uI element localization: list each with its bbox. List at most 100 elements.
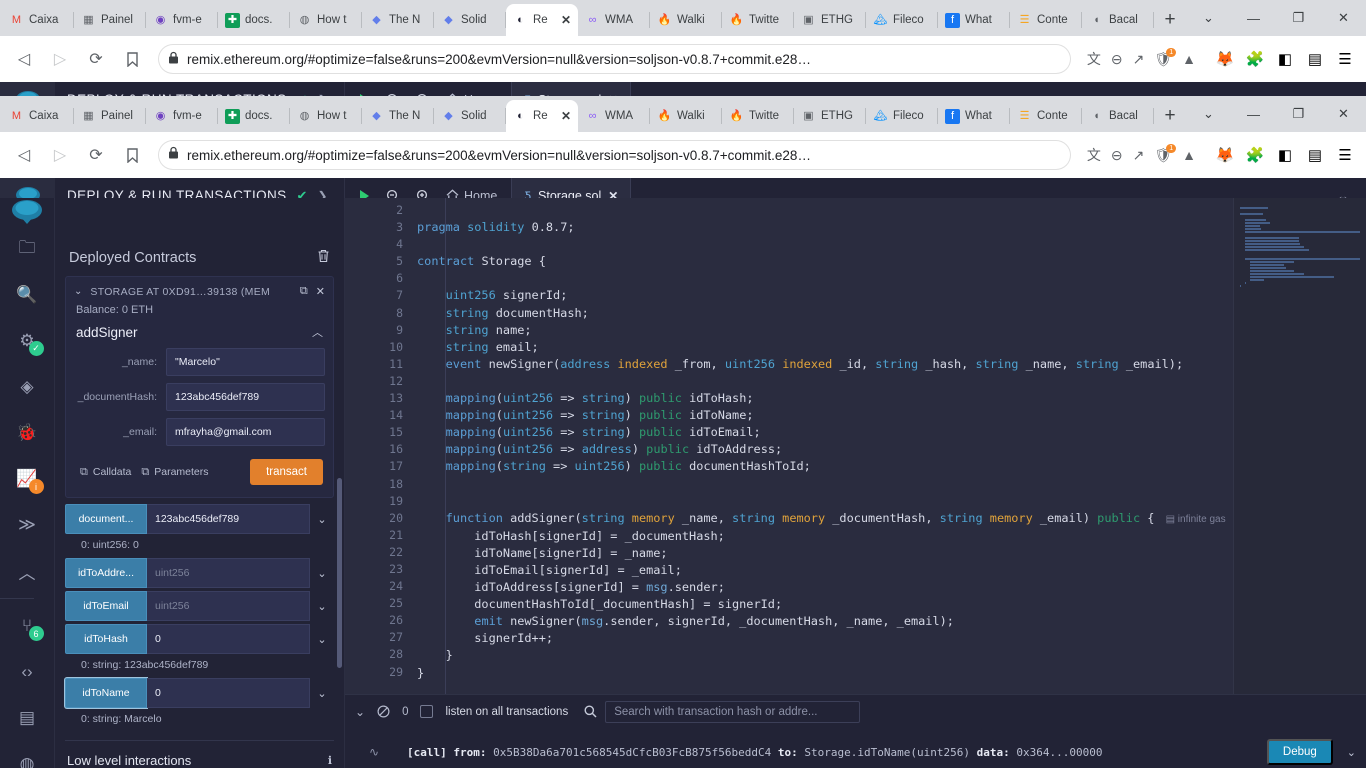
getter-button[interactable]: idToAddre...	[65, 558, 147, 588]
browser-tab[interactable]: M Caixa	[2, 4, 74, 36]
bookmark-icon[interactable]	[116, 43, 148, 75]
forward-icon[interactable]: ▷	[44, 139, 76, 171]
solidity-compiler-icon[interactable]: ⚙ ✓	[0, 318, 55, 364]
argument-input[interactable]: 123abc456def789	[166, 383, 325, 411]
browser-tab[interactable]: ▣ ETHG	[794, 100, 866, 132]
browser-tab[interactable]: 🔥 Walki	[650, 100, 722, 132]
browser-tab[interactable]: 🔥 Walki	[650, 4, 722, 36]
chevron-down-icon[interactable]: ⌄	[310, 558, 334, 588]
terminal-log-row[interactable]: ∿ [call] from: 0x5B38Da6a701c568545dCfcB…	[345, 739, 1366, 765]
collapse-icon[interactable]: ︿	[0, 548, 55, 594]
getter-input[interactable]: 123abc456def789	[147, 504, 310, 534]
code-line[interactable]: }	[417, 647, 1366, 664]
terminal-plugin-icon[interactable]: ▤	[0, 695, 55, 741]
close-icon[interactable]: ✕	[561, 13, 571, 27]
trash-icon[interactable]	[317, 249, 330, 266]
brave-rewards-icon[interactable]: ▲	[1182, 147, 1196, 163]
code-line[interactable]: mapping(uint256 => string) public idToEm…	[417, 424, 1366, 441]
debug-button[interactable]: Debug	[1266, 739, 1333, 765]
browser-menu-icon[interactable]: ☰	[1336, 146, 1354, 164]
chevron-down-icon[interactable]: ⌄	[310, 678, 334, 708]
clear-console-icon[interactable]	[377, 705, 390, 718]
code-line[interactable]	[417, 270, 1366, 287]
git-plugin-icon[interactable]: ⑂ 6	[0, 603, 55, 649]
share-icon[interactable]: ↗	[1133, 51, 1145, 68]
chevron-down-icon[interactable]: ⌄	[310, 591, 334, 621]
code-line[interactable]	[417, 202, 1366, 219]
panel-scrollbar[interactable]	[337, 478, 342, 668]
metamask-icon[interactable]: 🦊	[1216, 146, 1235, 164]
code-line[interactable]: mapping(uint256 => address) public idToA…	[417, 441, 1366, 458]
close-icon[interactable]: ✕	[316, 285, 325, 298]
reload-icon[interactable]: ⟳	[80, 43, 112, 75]
browser-tab[interactable]: ▣ ETHG	[794, 4, 866, 36]
browser-tab[interactable]: ◐ Re ✕	[506, 100, 578, 132]
tab-list-icon[interactable]: ⌄	[1186, 96, 1231, 132]
deploy-run-icon[interactable]: ◈	[0, 364, 55, 410]
address-bar-duplicate[interactable]: remix.ethereum.org/#optimize=false&runs=…	[158, 140, 1071, 170]
zoom-out-icon[interactable]: ⊖	[1111, 147, 1123, 164]
code-line[interactable]: mapping(uint256 => string) public idToNa…	[417, 407, 1366, 424]
argument-input[interactable]: mfrayha@gmail.com	[166, 418, 325, 446]
debugger-icon[interactable]: 🐞	[0, 410, 55, 456]
code-content[interactable]: pragma solidity 0.8.7; contract Storage …	[417, 198, 1366, 694]
code-line[interactable]: pragma solidity 0.8.7;	[417, 219, 1366, 236]
address-bar[interactable]: remix.ethereum.org/#optimize=false&runs=…	[158, 44, 1071, 74]
maximize-button[interactable]: ❐	[1276, 0, 1321, 36]
new-tab-button[interactable]: +	[1154, 100, 1186, 132]
terminal-search-input[interactable]: Search with transaction hash or addre...	[605, 700, 861, 723]
code-line[interactable]	[417, 493, 1366, 510]
getter-input[interactable]: 0	[147, 624, 310, 654]
browser-tab[interactable]: ◆ The N	[362, 100, 434, 132]
code-line[interactable]: signerId++;	[417, 630, 1366, 647]
browser-tab[interactable]: ◖ Bacal	[1082, 100, 1154, 132]
translate-icon[interactable]: 文	[1087, 145, 1101, 165]
browser-tab[interactable]: ◖ Bacal	[1082, 4, 1154, 36]
back-icon[interactable]: ◁	[8, 43, 40, 75]
chevron-down-icon[interactable]: ⌄	[1347, 746, 1356, 759]
code-line[interactable]: contract Storage {	[417, 253, 1366, 270]
wallet-icon[interactable]: ▤	[1306, 50, 1324, 68]
code-line[interactable]: string documentHash;	[417, 305, 1366, 322]
code-line[interactable]	[417, 476, 1366, 493]
remix-logo-icon[interactable]	[0, 198, 55, 226]
editor-minimap[interactable]	[1233, 198, 1366, 694]
getter-button[interactable]: idToEmail	[65, 591, 147, 621]
getter-button[interactable]: document...	[65, 504, 147, 534]
code-line[interactable]: idToHash[signerId] = _documentHash;	[417, 528, 1366, 545]
browser-tab[interactable]: ◉ fvm-e	[146, 4, 218, 36]
contract-verification-icon[interactable]: ◍	[0, 741, 55, 768]
browser-tab[interactable]: ✚ docs.	[218, 100, 290, 132]
getter-button[interactable]: idToName	[65, 678, 147, 708]
code-editor[interactable]: 2 3 4 5 6 7 8 9 10 11 12 13 14 15 16 17 18 19 20 21 22 23 24 25…	[345, 198, 1366, 694]
translate-icon[interactable]: 文	[1087, 49, 1101, 69]
reload-icon[interactable]: ⟳	[80, 139, 112, 171]
chevron-down-icon[interactable]: ⌄	[310, 504, 334, 534]
getter-button[interactable]: idToHash	[65, 624, 147, 654]
back-icon[interactable]: ◁	[8, 139, 40, 171]
browser-tab[interactable]: ∞ WMA	[578, 100, 650, 132]
wallet-icon[interactable]: ▤	[1306, 146, 1324, 164]
extensions-puzzle-icon[interactable]: 🧩	[1246, 146, 1265, 164]
info-icon[interactable]: ℹ	[328, 754, 332, 767]
sidebar-icon[interactable]: ◧	[1276, 50, 1294, 68]
close-icon[interactable]: ✕	[561, 109, 571, 123]
browser-tab[interactable]: 🏔 Fileco	[866, 100, 938, 132]
code-line[interactable]: mapping(uint256 => string) public idToHa…	[417, 390, 1366, 407]
bookmark-icon[interactable]	[116, 139, 148, 171]
chevron-down-icon[interactable]: ⌄	[310, 624, 334, 654]
solidity-analyzer-icon[interactable]: 📈 i	[0, 456, 55, 502]
contract-header-row[interactable]: ⌄ STORAGE AT 0XD91…39138 (MEM ⧉ ✕	[66, 277, 333, 304]
getter-input[interactable]: uint256	[147, 591, 310, 621]
close-window-button[interactable]: ✕	[1321, 0, 1366, 36]
metamask-icon[interactable]: 🦊	[1216, 50, 1235, 68]
browser-tab[interactable]: ☰ Conte	[1010, 100, 1082, 132]
getter-input[interactable]: uint256	[147, 558, 310, 588]
browser-tab[interactable]: ∞ WMA	[578, 4, 650, 36]
brave-rewards-icon[interactable]: ▲	[1182, 51, 1196, 67]
browser-tab[interactable]: ✚ docs.	[218, 4, 290, 36]
sidebar-icon[interactable]: ◧	[1276, 146, 1294, 164]
browser-menu-icon[interactable]: ☰	[1336, 50, 1354, 68]
browser-tab[interactable]: f What	[938, 4, 1010, 36]
collapse-terminal-icon[interactable]: ⌄	[355, 705, 365, 719]
